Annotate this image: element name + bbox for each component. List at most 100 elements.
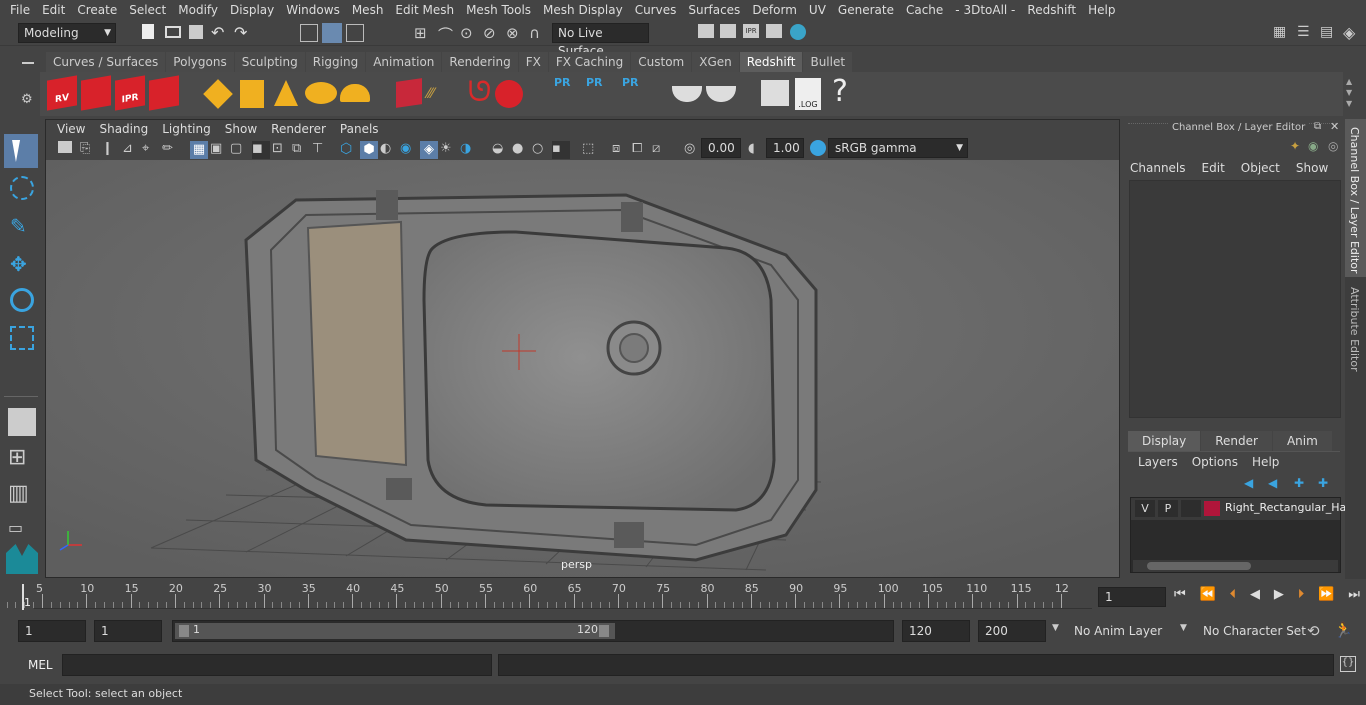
redshift-area-light-icon[interactable] [203, 79, 233, 109]
render-frame-icon[interactable] [720, 24, 736, 38]
lasso-tool-icon[interactable] [10, 176, 34, 200]
shelf-tab-fx-caching[interactable]: FX Caching [548, 52, 631, 72]
shelf-tab-custom[interactable]: Custom [631, 52, 692, 72]
panel-menu-view[interactable]: View [50, 122, 92, 136]
redshift-dome-light-icon[interactable] [340, 84, 370, 102]
channel-box-menu-channels[interactable]: Channels [1130, 161, 1186, 175]
workspace-icon[interactable]: ▦ [1273, 24, 1291, 42]
play-backward-icon[interactable]: ◀ [1250, 587, 1260, 607]
single-pane-layout-icon[interactable] [8, 408, 36, 436]
move-layer-up-icon[interactable]: ◀ [1244, 476, 1253, 490]
exposure-icon[interactable]: ◎ [684, 141, 702, 159]
toggle-sidebar-icon[interactable]: ◈ [1343, 23, 1361, 42]
save-scene-icon[interactable] [189, 25, 203, 39]
playback-start-field[interactable]: 1 [94, 620, 162, 642]
shelf-tab-rigging[interactable]: Rigging [305, 52, 366, 72]
shelf-tab-sculpting[interactable]: Sculpting [234, 52, 305, 72]
panel-layout-icon[interactable]: ▤ [1320, 24, 1338, 42]
menu-generate[interactable]: Generate [832, 3, 900, 17]
panel-menu-show[interactable]: Show [218, 122, 264, 136]
outliner-layout-icon[interactable]: ▥ [8, 482, 36, 510]
redshift-sphere-icon[interactable] [495, 80, 523, 108]
redshift-hair-icon[interactable]: ⁄⁄⁄ [427, 86, 459, 104]
wireframe-on-shaded-icon[interactable]: ◐ [380, 141, 398, 159]
menu-surfaces[interactable]: Surfaces [682, 3, 746, 17]
step-forward-key-icon[interactable]: ⏵ [1298, 587, 1305, 607]
anim-layer-dropdown[interactable]: No Anim Layer [1068, 621, 1180, 641]
tab-render[interactable]: Render [1201, 431, 1272, 451]
redshift-ies-light-icon[interactable] [305, 82, 337, 104]
layer-row[interactable]: V P Right_Rectangular_Ha [1131, 498, 1346, 520]
safe-title-icon[interactable]: ⊤ [312, 141, 330, 159]
channel-box-menu-show[interactable]: Show [1296, 161, 1328, 175]
snap-grid-icon[interactable]: ⊞ [414, 24, 432, 42]
redshift-batch-render-icon[interactable] [81, 75, 111, 111]
gate-mask-icon[interactable]: ◼ [252, 141, 270, 159]
range-handle-left[interactable] [179, 625, 189, 637]
panel-menu-lighting[interactable]: Lighting [155, 122, 218, 136]
gamma-field[interactable]: 1.00 [766, 138, 804, 158]
shelf-menu-icon[interactable] [22, 62, 34, 64]
menu-cache[interactable]: Cache [900, 3, 949, 17]
grease-pencil-icon[interactable]: ✏ [162, 141, 180, 159]
script-editor-icon[interactable]: {} [1340, 656, 1356, 672]
layer-playback-toggle[interactable]: P [1158, 500, 1178, 517]
colorspace-dropdown[interactable]: sRGB gamma ▼ [828, 138, 968, 158]
exposure-field[interactable]: 0.00 [701, 138, 741, 158]
menu-deform[interactable]: Deform [746, 3, 803, 17]
safe-action-icon[interactable]: ⧉ [292, 141, 310, 159]
redshift-portal-light-icon[interactable] [240, 80, 264, 108]
redo-icon[interactable]: ↷ [234, 23, 252, 42]
new-layer-icon[interactable]: ✚ [1294, 476, 1304, 490]
step-back-key-icon[interactable]: ⏴ [1230, 587, 1237, 607]
wireframe-icon[interactable]: ⬡ [340, 141, 358, 159]
resolution-gate-icon[interactable]: ▢ [230, 141, 248, 159]
step-back-icon[interactable]: ⏪ [1200, 587, 1216, 607]
xray-icon[interactable]: ⬚ [582, 141, 600, 159]
menu-mesh[interactable]: Mesh [346, 3, 390, 17]
select-by-component-icon[interactable] [346, 24, 364, 42]
timeline[interactable]: 5 10 15 20 25 30 35 40 45 50 55 60 65 70 75 80 85 90 95 100… [6, 582, 1092, 612]
redshift-script-icon[interactable] [761, 80, 789, 106]
menu-mesh-tools[interactable]: Mesh Tools [460, 3, 537, 17]
new-scene-icon[interactable] [142, 24, 154, 39]
render-view-icon[interactable] [698, 24, 714, 38]
live-surface-field[interactable]: No Live Surface [552, 23, 649, 58]
hypershade-icon[interactable] [790, 24, 806, 40]
menu-3dtoall[interactable]: - 3DtoAll - [949, 3, 1021, 17]
layer-horizontal-scrollbar[interactable] [1133, 560, 1338, 572]
shelf-tab-redshift[interactable]: Redshift [739, 52, 803, 72]
menu-uv[interactable]: UV [803, 3, 832, 17]
snap-view-plane-icon[interactable]: ⊘ [483, 24, 501, 42]
panel-menu-panels[interactable]: Panels [333, 122, 386, 136]
open-scene-icon[interactable] [165, 26, 181, 38]
tab-display[interactable]: Display [1128, 431, 1201, 451]
menu-select[interactable]: Select [123, 3, 172, 17]
gamma-icon[interactable]: ◖ [748, 141, 766, 159]
redshift-render-view-icon[interactable]: RV [47, 75, 77, 111]
layer-visibility-toggle[interactable]: V [1135, 500, 1155, 517]
step-forward-icon[interactable]: ⏩ [1318, 587, 1334, 607]
redshift-material-2-icon[interactable] [706, 86, 736, 102]
scale-tool-icon[interactable] [10, 326, 34, 350]
select-by-hierarchy-icon[interactable] [300, 24, 318, 42]
character-set-dropdown[interactable]: No Character Set [1197, 621, 1306, 641]
menu-help[interactable]: Help [1082, 3, 1121, 17]
layer-display-type-toggle[interactable] [1181, 500, 1201, 517]
start-time-field[interactable]: 1 [18, 620, 86, 642]
float-panel-icon[interactable]: ⧉ [1314, 121, 1321, 132]
redshift-volume-icon[interactable]: ᘎ [468, 78, 494, 108]
redshift-ipr-icon[interactable]: IPR [115, 75, 145, 111]
go-to-end-icon[interactable]: ⏭ [1348, 587, 1360, 607]
menu-modify[interactable]: Modify [172, 3, 224, 17]
textured-icon[interactable]: ◉ [400, 141, 418, 159]
current-frame-field[interactable]: 1 [1098, 587, 1166, 607]
help-question-icon[interactable]: ? [832, 76, 852, 110]
isolate-select-icon[interactable]: ▪ [552, 141, 570, 159]
snap-curve-icon[interactable]: ⌒ [438, 24, 456, 44]
close-icon[interactable]: ✕ [1330, 120, 1339, 133]
multisample-aa-icon[interactable]: ● [512, 141, 530, 159]
menu-windows[interactable]: Windows [280, 3, 346, 17]
render-settings-icon[interactable] [766, 24, 782, 38]
xray-active-icon[interactable]: ⧠ [632, 141, 650, 159]
